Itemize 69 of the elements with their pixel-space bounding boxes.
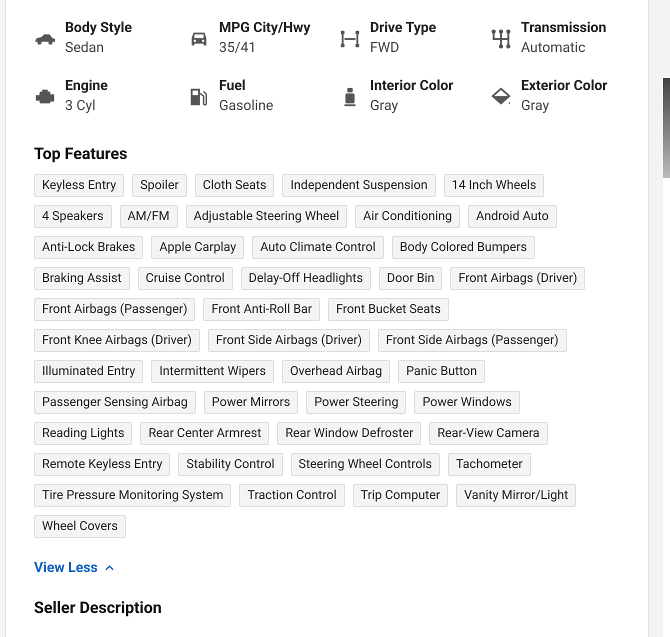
spec-value: Gasoline xyxy=(219,98,274,114)
feature-tag: Vanity Mirror/Light xyxy=(456,484,576,507)
feature-tag: Overhead Airbag xyxy=(282,360,390,383)
feature-tag: Door Bin xyxy=(378,267,442,290)
spec-value: FWD xyxy=(370,40,400,56)
feature-tag: Air Conditioning xyxy=(355,205,460,228)
spec-value: 35/41 xyxy=(219,40,258,56)
feature-tag: Cruise Control xyxy=(138,267,233,290)
gear-shift-icon xyxy=(490,28,512,50)
spec-value: 3 Cyl xyxy=(65,98,96,114)
spec-value: Sedan xyxy=(65,40,105,56)
feature-tag: Independent Suspension xyxy=(282,174,436,197)
axle-icon xyxy=(339,28,361,50)
feature-tag: Rear-View Camera xyxy=(429,422,548,445)
feature-tag: Spoiler xyxy=(132,174,187,197)
feature-tag: Steering Wheel Controls xyxy=(290,453,440,476)
feature-tag: Front Bucket Seats xyxy=(328,298,449,321)
view-less-link[interactable]: View Less xyxy=(34,560,114,576)
feature-tag: Power Windows xyxy=(414,391,520,414)
spec-value: Gray xyxy=(370,98,400,114)
feature-tag: Rear Window Defroster xyxy=(277,422,422,445)
feature-tag: Body Colored Bumpers xyxy=(392,236,535,259)
spec-label: Fuel xyxy=(219,78,247,94)
feature-tag: Trip Computer xyxy=(352,484,448,507)
section-title: Top Features xyxy=(34,144,128,163)
section-title: Seller Description xyxy=(34,598,163,617)
feature-tag: Wheel Covers xyxy=(34,515,126,538)
fuel-pump-icon xyxy=(188,86,210,108)
feature-tag: 14 Inch Wheels xyxy=(444,174,544,197)
feature-tag: Front Airbags (Driver) xyxy=(450,267,586,290)
spec-value: Gray xyxy=(521,98,550,114)
feature-tag: Tachometer xyxy=(448,453,531,476)
feature-tag: Adjustable Steering Wheel xyxy=(186,205,348,228)
feature-tag: Intermittent Wipers xyxy=(151,360,274,383)
feature-tag: AM/FM xyxy=(120,205,178,228)
feature-tag: 4 Speakers xyxy=(34,205,112,228)
feature-tag: Anti-Lock Brakes xyxy=(34,236,144,259)
feature-tag: Cloth Seats xyxy=(194,174,274,197)
feature-tag: Auto Climate Control xyxy=(252,236,384,259)
feature-tag: Braking Assist xyxy=(34,267,130,290)
spec-label: Exterior Color xyxy=(521,78,608,94)
feature-tag: Passenger Sensing Airbag xyxy=(34,391,196,414)
feature-tag: Tire Pressure Monitoring System xyxy=(34,484,232,507)
feature-tag: Reading Lights xyxy=(34,422,132,445)
feature-tag: Front Side Airbags (Driver) xyxy=(208,329,370,352)
feature-tag: Delay-Off Headlights xyxy=(240,267,371,290)
feature-tag: Traction Control xyxy=(239,484,345,507)
feature-tag: Panic Button xyxy=(398,360,486,383)
feature-tag: Stability Control xyxy=(178,453,283,476)
spec-label: MPG City/Hwy xyxy=(219,20,310,36)
spec-label: Body Style xyxy=(65,20,132,36)
spec-label: Engine xyxy=(65,78,108,94)
feature-tag: Android Auto xyxy=(468,205,557,228)
spec-label: Interior Color xyxy=(370,78,454,94)
feature-tag: Rear Center Armrest xyxy=(140,422,270,445)
feature-tag: Power Mirrors xyxy=(204,391,298,414)
feature-tag: Front Anti-Roll Bar xyxy=(203,298,320,321)
feature-tag: Apple Carplay xyxy=(151,236,244,259)
feature-tag: Keyless Entry xyxy=(34,174,124,197)
feature-tag: Front Side Airbags (Passenger) xyxy=(378,329,567,352)
spec-label: Transmission xyxy=(521,20,606,36)
feature-tag: Front Airbags (Passenger) xyxy=(34,298,196,321)
feature-tag: Front Knee Airbags (Driver) xyxy=(34,329,200,352)
spec-value: Automatic xyxy=(521,40,586,56)
feature-tag: Remote Keyless Entry xyxy=(34,453,170,476)
spec-label: Drive Type xyxy=(370,20,436,36)
caret-icon xyxy=(104,565,114,571)
feature-tag: Illuminated Entry xyxy=(34,360,144,383)
feature-tag: Power Steering xyxy=(306,391,406,414)
